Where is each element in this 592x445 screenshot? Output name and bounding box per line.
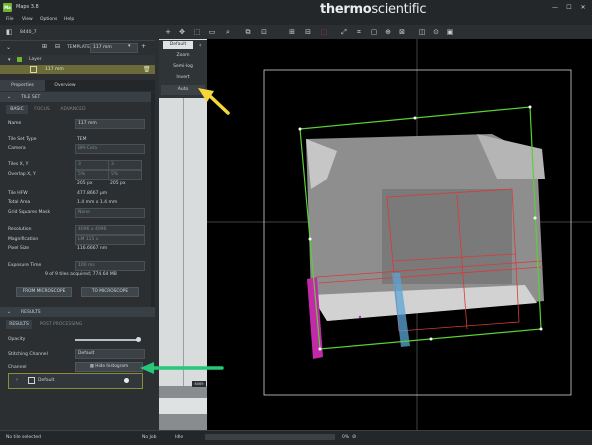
- green-arrow-head: [140, 362, 154, 374]
- stop-icon[interactable]: ⊘: [352, 434, 356, 440]
- status-job: No Job: [142, 435, 157, 440]
- status-state: Idle: [175, 435, 184, 440]
- status-selection: No tile selected: [6, 435, 42, 440]
- annotation-layer: [140, 88, 230, 374]
- yellow-arrow-shaft: [209, 95, 230, 115]
- progress-bar: [205, 434, 335, 440]
- status-progress: 0%: [342, 435, 350, 440]
